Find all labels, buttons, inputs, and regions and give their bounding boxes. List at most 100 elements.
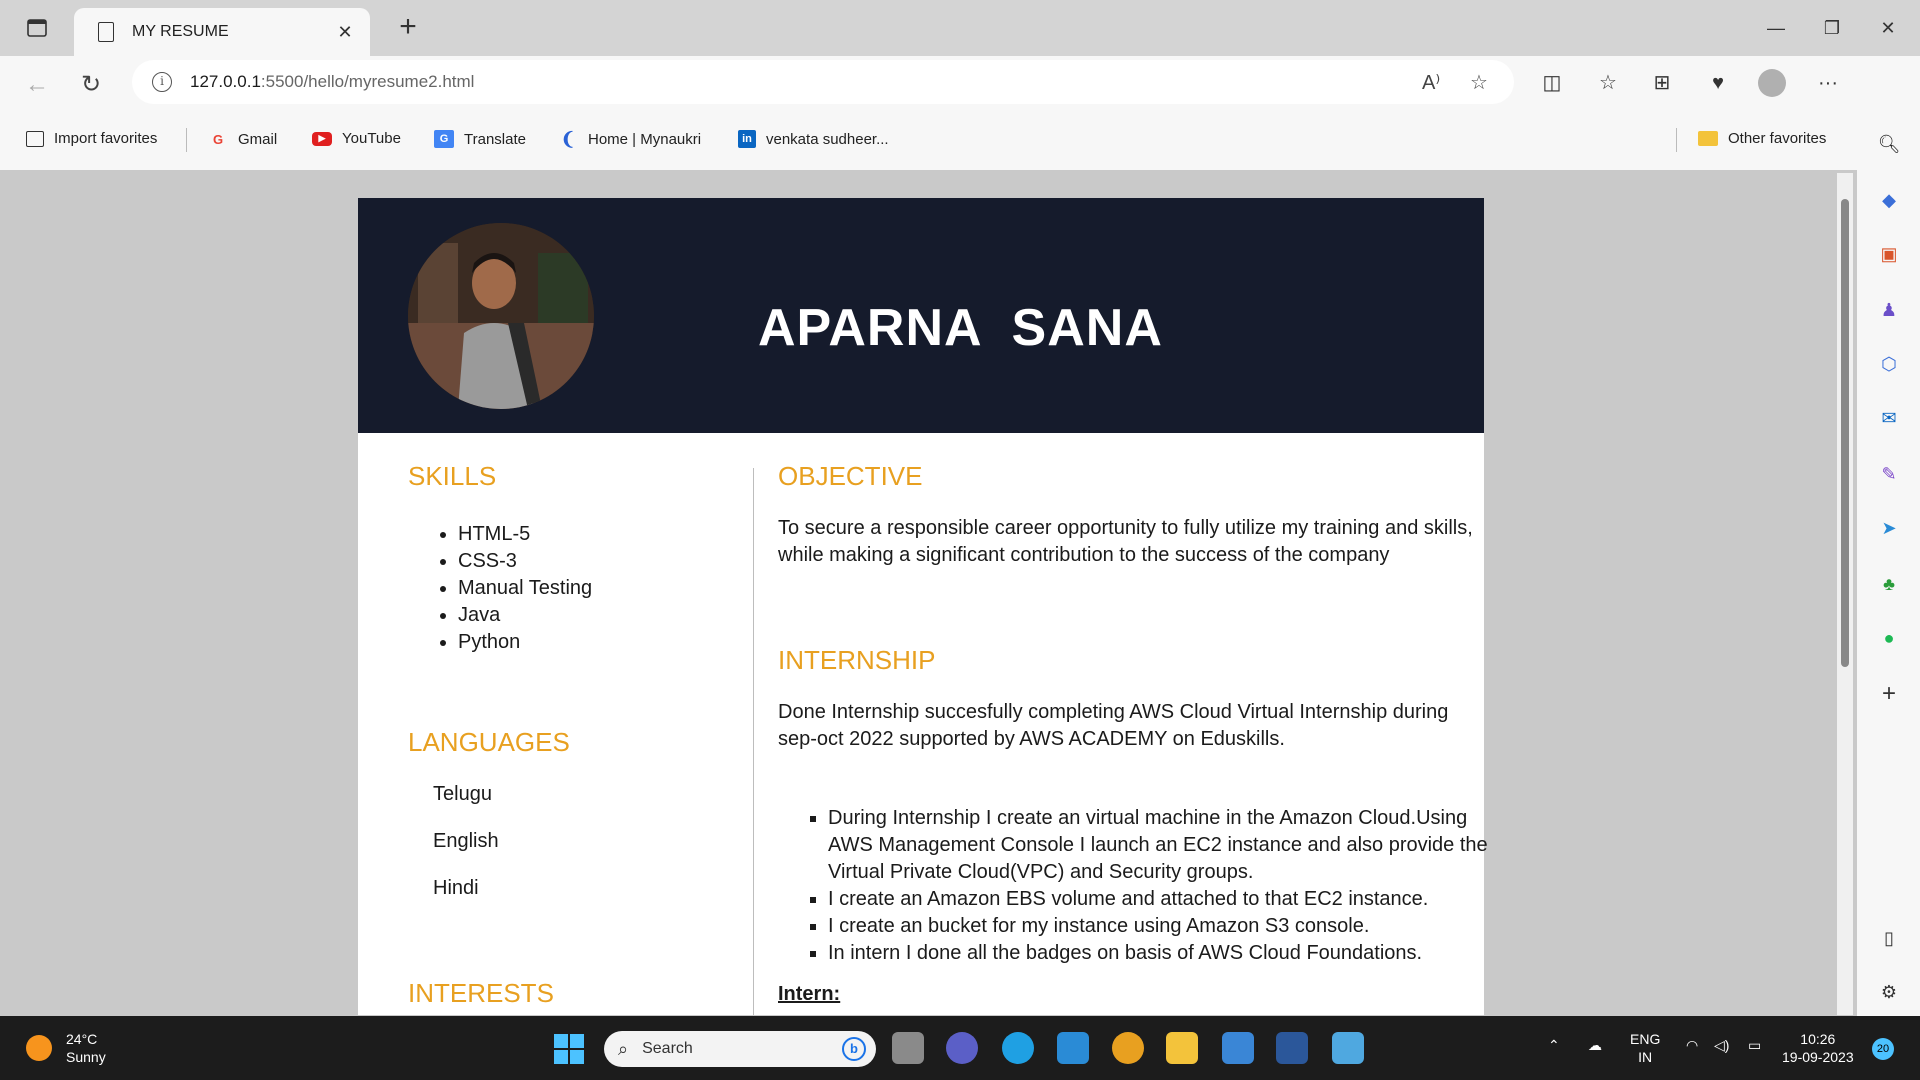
lang-line2: IN	[1638, 1049, 1653, 1065]
weather-condition: Sunny	[66, 1049, 106, 1065]
scroll-thumb[interactable]	[1841, 199, 1849, 667]
google-icon: G	[212, 131, 224, 147]
lang-line1: ENG	[1630, 1031, 1661, 1047]
favorites-icon[interactable]: ☆	[1594, 69, 1622, 97]
language-item: Telugu	[433, 783, 492, 805]
microsoft365-icon[interactable]: ⬡	[1877, 352, 1901, 376]
browser-essentials-icon[interactable]: ♥	[1704, 69, 1732, 97]
close-tab-icon[interactable]: ✕	[334, 22, 356, 43]
resume-header: APARNA SANA	[358, 198, 1484, 433]
import-icon	[26, 130, 44, 147]
fav-other[interactable]: Other favorites	[1698, 130, 1826, 147]
languages-heading: LANGUAGES	[408, 727, 570, 757]
tab-bar: MY RESUME ✕ + — ❐ ✕	[0, 0, 1920, 56]
list-item: During Internship I create an virtual ma…	[828, 805, 1488, 886]
address-bar[interactable]: i 127.0.0.1:5500/hello/myresume2.html A⁾…	[132, 60, 1514, 104]
clock[interactable]: 10:26 19-09-2023	[1782, 1030, 1854, 1066]
list-item: I create an Amazon EBS volume and attach…	[828, 886, 1488, 913]
battery-icon[interactable]: ▭	[1748, 1036, 1761, 1054]
column-divider	[753, 468, 754, 1015]
split-screen-icon[interactable]: ◫	[1538, 69, 1566, 97]
new-tab-button[interactable]: +	[392, 12, 424, 44]
tree-icon[interactable]: ♣	[1877, 572, 1901, 596]
more-options-icon[interactable]: ···	[1814, 69, 1842, 97]
vscode-icon[interactable]	[1057, 1032, 1089, 1064]
time: 10:26	[1800, 1031, 1836, 1047]
bing-icon: b	[842, 1037, 866, 1061]
list-item: Python	[458, 629, 592, 656]
settings-icon[interactable]: ⚙	[1877, 980, 1901, 1004]
search-placeholder: Search	[642, 1040, 693, 1057]
tab-title: MY RESUME	[132, 23, 229, 40]
url-text: 127.0.0.1:5500/hello/myresume2.html	[190, 72, 474, 92]
volume-icon[interactable]: ◁)	[1714, 1036, 1729, 1054]
outlook-icon[interactable]: ✉	[1877, 406, 1901, 430]
url-host: 127.0.0.1	[190, 72, 261, 91]
task-view-icon[interactable]	[892, 1032, 924, 1064]
tab-actions-button[interactable]	[18, 14, 56, 42]
fav-gmail[interactable]: G Gmail	[208, 130, 277, 148]
naukri-icon: ❨	[560, 128, 576, 149]
skills-list: HTML-5 CSS-3 Manual Testing Java Python	[458, 521, 592, 656]
file-explorer-icon[interactable]	[1166, 1032, 1198, 1064]
objective-text: To secure a responsible career opportuni…	[778, 517, 1473, 566]
interests-heading: INTERESTS	[408, 978, 554, 1008]
fav-linkedin[interactable]: in venkata sudheer...	[738, 130, 889, 148]
search-icon[interactable]: 🔍︎	[1877, 132, 1901, 156]
fav-label: venkata sudheer...	[766, 130, 889, 148]
show-hidden-icons[interactable]: ⌃	[1548, 1036, 1560, 1054]
spotify-icon[interactable]: ●	[1877, 626, 1901, 650]
fav-translate[interactable]: G Translate	[434, 130, 526, 148]
favorite-star-icon[interactable]: ☆	[1470, 70, 1488, 95]
fav-naukri[interactable]: ❨ Home | Mynaukri	[558, 128, 702, 149]
fav-separator	[186, 128, 187, 152]
taskbar: 24°C Sunny ⌕ Search b ⌃ ☁ ENG IN ◠ ◁) ▭ …	[0, 1016, 1920, 1080]
telegram-icon[interactable]: ➤	[1877, 516, 1901, 540]
profile-avatar[interactable]	[1758, 69, 1786, 97]
photos-icon[interactable]	[1222, 1032, 1254, 1064]
fav-label: Home | Mynaukri	[588, 130, 702, 148]
resume-name: APARNA SANA	[758, 299, 1163, 357]
notification-badge[interactable]: 20	[1872, 1038, 1894, 1060]
onedrive-icon[interactable]: ☁	[1588, 1036, 1602, 1054]
fav-label: Other favorites	[1728, 130, 1827, 147]
close-window-button[interactable]: ✕	[1860, 10, 1916, 46]
browser-tab[interactable]: MY RESUME ✕	[74, 8, 370, 56]
teams-icon[interactable]	[946, 1032, 978, 1064]
sidebar-toggle-icon[interactable]: ▯	[1877, 926, 1901, 950]
list-item: In intern I done all the badges on basis…	[828, 940, 1488, 967]
tools-icon[interactable]: ▣	[1877, 242, 1901, 266]
designer-icon[interactable]: ✎	[1877, 462, 1901, 486]
shopping-icon[interactable]: ◆	[1877, 188, 1901, 212]
site-info-icon[interactable]: i	[152, 72, 172, 92]
restore-button[interactable]: ❐	[1804, 10, 1860, 46]
favorites-bar: Import favorites G Gmail ▶ YouTube G Tra…	[0, 110, 1920, 170]
notepad-icon[interactable]	[1332, 1032, 1364, 1064]
page-scrollbar[interactable]	[1837, 173, 1853, 1015]
read-aloud-icon[interactable]: A⁾	[1422, 70, 1440, 95]
add-icon[interactable]: +	[1877, 682, 1901, 706]
intern-label: Intern:	[778, 983, 841, 1005]
refresh-button[interactable]: ↻	[74, 68, 108, 102]
games-icon[interactable]: ♟	[1877, 298, 1901, 322]
collections-icon[interactable]: ⊞	[1648, 69, 1676, 97]
folder-icon	[1698, 131, 1718, 146]
list-item: CSS-3	[458, 548, 592, 575]
fav-import[interactable]: Import favorites	[26, 130, 157, 147]
edge-icon[interactable]	[1002, 1032, 1034, 1064]
language-indicator[interactable]: ENG IN	[1630, 1030, 1660, 1066]
fav-youtube[interactable]: ▶ YouTube	[312, 130, 401, 147]
fav-label: Gmail	[238, 130, 278, 148]
chrome-icon[interactable]	[1112, 1032, 1144, 1064]
fav-label: Translate	[464, 130, 526, 148]
word-icon[interactable]	[1276, 1032, 1308, 1064]
list-item: HTML-5	[458, 521, 592, 548]
taskbar-search[interactable]: ⌕ Search b	[604, 1031, 876, 1067]
skills-heading: SKILLS	[408, 461, 497, 491]
start-button[interactable]	[554, 1034, 584, 1064]
youtube-icon: ▶	[312, 131, 332, 146]
back-button[interactable]: ←	[20, 68, 54, 102]
wifi-icon[interactable]: ◠	[1686, 1036, 1698, 1054]
minimize-button[interactable]: —	[1748, 10, 1804, 46]
weather-widget[interactable]: 24°C Sunny	[26, 1030, 106, 1066]
